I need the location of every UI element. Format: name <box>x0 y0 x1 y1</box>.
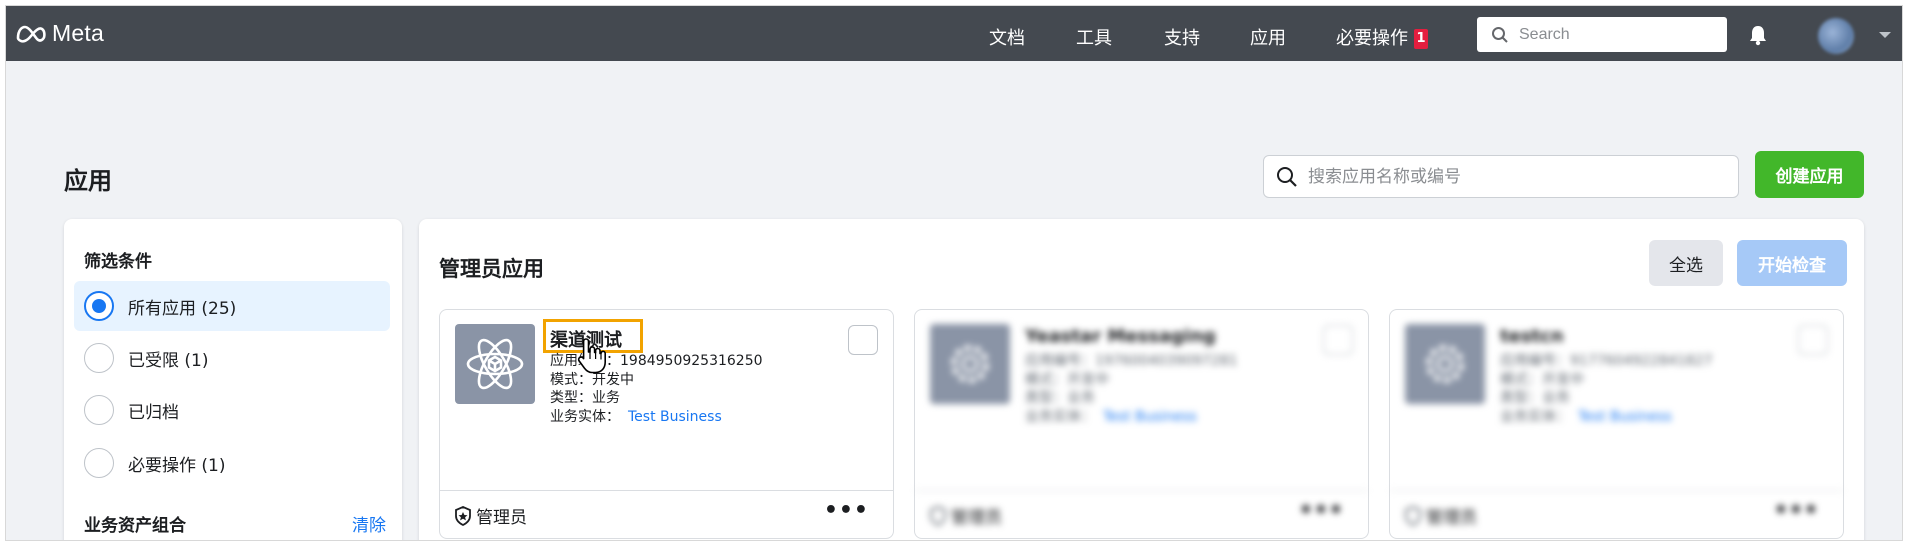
app-select-checkbox[interactable] <box>1323 325 1353 355</box>
meta-logo[interactable]: Meta <box>14 20 104 47</box>
more-options-icon[interactable]: ••• <box>1774 498 1819 523</box>
hand-cursor-icon <box>577 338 606 374</box>
shield-icon <box>930 505 946 526</box>
radio[interactable] <box>84 343 114 373</box>
role-indicator: 管理员 <box>454 503 527 528</box>
role-label: 管理员 <box>476 508 527 528</box>
app-select-checkbox[interactable] <box>1798 325 1828 355</box>
clear-filter-link[interactable]: 清除 <box>352 511 386 536</box>
app-id: 应用编号：1976004039097281 <box>1025 353 1238 369</box>
select-all-button[interactable]: 全选 <box>1649 240 1723 286</box>
card-footer: 管理员 ••• <box>440 490 893 540</box>
business-label: 业务实体： <box>1025 408 1095 425</box>
top-navigation-bar: Meta 文档 工具 支持 应用 必要操作 1 <box>6 6 1902 61</box>
app-card[interactable]: 渠道测试 应用编号：1984950925316250 模式：开发中 类型：业务 … <box>439 309 894 539</box>
filter-title: 筛选条件 <box>84 252 152 272</box>
business-label: 业务实体： <box>1500 408 1570 425</box>
role-indicator: 管理员 <box>929 503 1002 528</box>
app-card[interactable]: testcn 应用编号：9177604922841827 模式：开发中 类型：业… <box>1389 309 1844 539</box>
meta-infinity-icon <box>16 25 46 43</box>
app-icon <box>455 324 535 404</box>
app-type: 类型：业务 <box>550 390 620 406</box>
app-business-row: 业务实体： Test Business <box>1025 408 1238 427</box>
required-actions-badge: 1 <box>1414 29 1428 49</box>
app-type: 类型：业务 <box>1500 390 1570 406</box>
browser-viewport: Meta 文档 工具 支持 应用 必要操作 1 应用 <box>5 5 1903 541</box>
nav-docs[interactable]: 文档 <box>989 24 1025 50</box>
app-meta: 应用编号：1976004039097281 模式：开发中 类型：业务 业务实体：… <box>1025 352 1238 426</box>
business-link[interactable]: Test Business <box>628 409 722 425</box>
app-business-row: 业务实体： Test Business <box>1500 408 1713 427</box>
atom-icon <box>466 338 524 390</box>
role-label: 管理员 <box>951 508 1002 528</box>
meta-wordmark: Meta <box>52 20 104 46</box>
radio-selected[interactable] <box>84 291 114 321</box>
app-select-checkbox[interactable] <box>848 325 878 355</box>
card-footer: 管理员 ••• <box>915 490 1368 540</box>
radio[interactable] <box>84 395 114 425</box>
nav-required-actions[interactable]: 必要操作 1 <box>1336 24 1428 50</box>
create-app-button[interactable]: 创建应用 <box>1755 151 1864 198</box>
search-icon <box>1277 166 1297 187</box>
app-name[interactable]: testcn <box>1500 326 1564 347</box>
filter-required-actions[interactable]: 必要操作 (1) <box>74 438 390 488</box>
filter-label: 已归档 <box>128 402 179 423</box>
user-avatar[interactable] <box>1818 18 1854 54</box>
business-label: 业务实体： <box>550 408 620 425</box>
nav-apps[interactable]: 应用 <box>1250 24 1286 50</box>
business-link[interactable]: Test Business <box>1578 409 1672 425</box>
shield-icon <box>455 505 471 526</box>
app-mode: 模式：开发中 <box>1025 371 1109 388</box>
nav-support[interactable]: 支持 <box>1164 24 1200 50</box>
filter-restricted[interactable]: 已受限 (1) <box>74 333 390 383</box>
section-title: 管理员应用 <box>439 257 544 281</box>
nav-required-actions-label: 必要操作 <box>1336 28 1408 49</box>
filter-archived[interactable]: 已归档 <box>74 385 390 435</box>
app-mode: 模式：开发中 <box>1500 371 1584 388</box>
shield-icon <box>1405 505 1421 526</box>
app-name[interactable]: Yeastar Messaging <box>1025 326 1216 347</box>
app-meta: 应用编号：9177604922841827 模式：开发中 类型：业务 业务实体：… <box>1500 352 1713 426</box>
app-business-row: 业务实体： Test Business <box>550 408 763 427</box>
radio[interactable] <box>84 448 114 478</box>
app-icon <box>930 324 1010 404</box>
more-options-icon[interactable]: ••• <box>1299 498 1344 523</box>
app-search-box[interactable] <box>1263 155 1739 198</box>
search-icon <box>1492 26 1508 43</box>
page-title: 应用 <box>64 167 112 195</box>
top-search-box[interactable] <box>1477 17 1727 52</box>
business-portfolio-title: 业务资产组合 <box>84 516 186 536</box>
app-search-input[interactable] <box>1308 166 1728 187</box>
app-id: 应用编号：9177604922841827 <box>1500 353 1713 369</box>
top-search-input[interactable] <box>1519 25 1719 44</box>
business-link[interactable]: Test Business <box>1103 409 1197 425</box>
notification-bell-icon[interactable] <box>1747 24 1769 46</box>
gear-icon <box>951 345 989 383</box>
chevron-down-icon[interactable] <box>1878 31 1892 39</box>
card-footer: 管理员 ••• <box>1390 490 1843 540</box>
filter-label: 已受限 (1) <box>128 350 209 371</box>
app-type: 类型：业务 <box>1025 390 1095 406</box>
gear-icon <box>1426 345 1464 383</box>
app-card[interactable]: Yeastar Messaging 应用编号：1976004039097281 … <box>914 309 1369 539</box>
nav-tools[interactable]: 工具 <box>1076 24 1112 50</box>
filter-all-apps[interactable]: 所有应用 (25) <box>74 281 390 331</box>
role-indicator: 管理员 <box>1404 503 1477 528</box>
start-check-button[interactable]: 开始检查 <box>1737 240 1847 286</box>
apps-panel: 管理员应用 全选 开始检查 渠道测试 应用编号：1984950925 <box>419 219 1864 540</box>
app-icon <box>1405 324 1485 404</box>
filter-panel: 筛选条件 所有应用 (25) 已受限 (1) 已归档 必要操作 (1) 业务资产… <box>64 219 402 540</box>
role-label: 管理员 <box>1426 508 1477 528</box>
more-options-icon[interactable]: ••• <box>824 498 869 523</box>
filter-label: 所有应用 (25) <box>128 298 237 319</box>
filter-label: 必要操作 (1) <box>128 455 226 476</box>
